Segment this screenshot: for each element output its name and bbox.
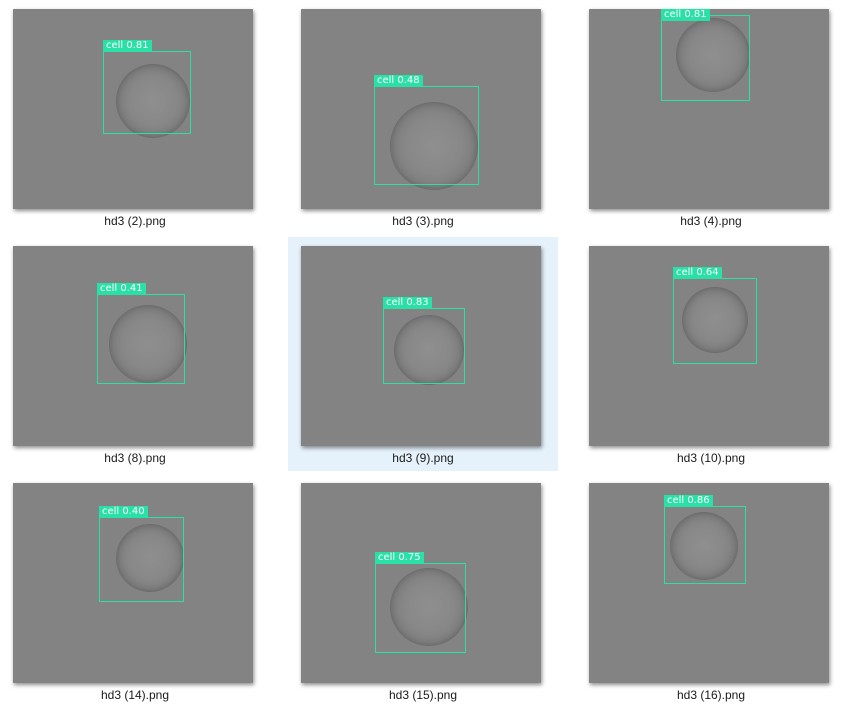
image-thumbnail[interactable]: cell 0.81 [13, 9, 253, 209]
detection-box: cell 0.48 [374, 75, 479, 185]
file-tile[interactable]: cell 0.64 hd3 (10).png [576, 237, 846, 471]
detection-box: cell 0.41 [97, 283, 185, 384]
detection-label: cell 0.48 [374, 75, 423, 87]
file-tile[interactable]: cell 0.48 hd3 (3).png [288, 0, 558, 234]
file-tile[interactable]: cell 0.75 hd3 (15).png [288, 474, 558, 708]
file-name[interactable]: hd3 (16).png [576, 688, 846, 702]
image-thumbnail[interactable]: cell 0.64 [589, 246, 829, 446]
detection-label: cell 0.41 [97, 283, 146, 295]
file-tile-selected[interactable]: cell 0.83 hd3 (9).png [288, 237, 558, 471]
file-tile[interactable]: cell 0.40 hd3 (14).png [0, 474, 270, 708]
file-name[interactable]: hd3 (2).png [0, 214, 270, 228]
file-tile[interactable]: cell 0.86 hd3 (16).png [576, 474, 846, 708]
detection-label: cell 0.81 [661, 9, 710, 21]
detection-box: cell 0.75 [375, 552, 466, 653]
detection-label: cell 0.81 [103, 40, 152, 52]
image-thumbnail[interactable]: cell 0.83 [301, 246, 541, 446]
detection-label: cell 0.86 [664, 495, 713, 507]
detection-box: cell 0.86 [664, 495, 746, 584]
file-tile[interactable]: cell 0.81 hd3 (2).png [0, 0, 270, 234]
detection-box: cell 0.81 [661, 9, 750, 101]
image-thumbnail[interactable]: cell 0.75 [301, 483, 541, 683]
detection-label: cell 0.40 [99, 506, 148, 518]
file-tile[interactable]: cell 0.41 hd3 (8).png [0, 237, 270, 471]
file-name[interactable]: hd3 (9).png [288, 451, 558, 465]
file-tile[interactable]: cell 0.81 hd3 (4).png [576, 0, 846, 234]
file-name[interactable]: hd3 (3).png [288, 214, 558, 228]
image-thumbnail[interactable]: cell 0.81 [589, 9, 829, 209]
detection-label: cell 0.83 [383, 297, 432, 309]
image-thumbnail[interactable]: cell 0.86 [589, 483, 829, 683]
file-name[interactable]: hd3 (4).png [576, 214, 846, 228]
file-name[interactable]: hd3 (14).png [0, 688, 270, 702]
image-thumbnail[interactable]: cell 0.40 [13, 483, 253, 683]
image-thumbnail[interactable]: cell 0.41 [13, 246, 253, 446]
file-name[interactable]: hd3 (8).png [0, 451, 270, 465]
detection-box: cell 0.64 [673, 267, 757, 364]
detection-label: cell 0.64 [673, 267, 722, 279]
detection-box: cell 0.40 [99, 506, 184, 602]
detection-box: cell 0.83 [383, 297, 465, 384]
detection-label: cell 0.75 [375, 552, 424, 564]
file-name[interactable]: hd3 (10).png [576, 451, 846, 465]
file-name[interactable]: hd3 (15).png [288, 688, 558, 702]
image-thumbnail[interactable]: cell 0.48 [301, 9, 541, 209]
detection-box: cell 0.81 [103, 40, 191, 134]
